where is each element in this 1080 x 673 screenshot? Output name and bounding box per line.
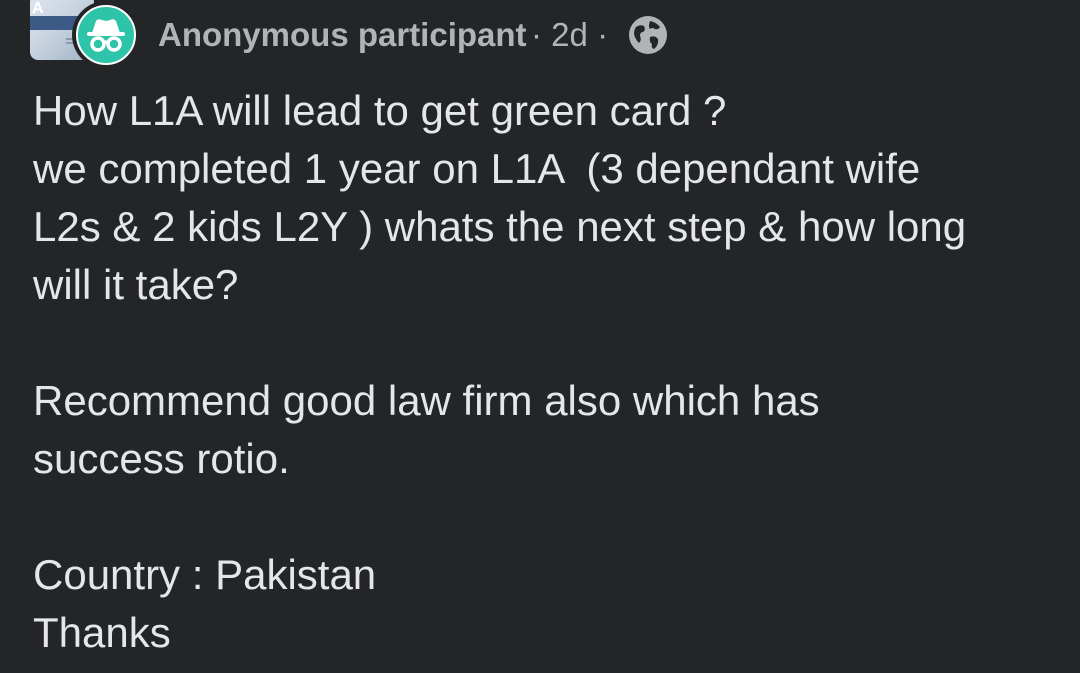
avatar[interactable]	[72, 1, 140, 69]
post-body: How L1A will lead to get green card ? we…	[33, 82, 1053, 662]
post-line: Country : Pakistan	[33, 551, 377, 598]
post-card: A Anonymous participant · 2d · How L1A w…	[0, 0, 1080, 673]
post-line: will it take?	[33, 261, 239, 308]
post-line: we completed 1 year on L1A (3 dependant …	[33, 145, 921, 192]
globe-icon[interactable]	[628, 15, 668, 55]
meta-separator-2: ·	[597, 16, 609, 53]
post-line-blank	[33, 488, 1053, 546]
incognito-icon	[76, 5, 136, 65]
post-line: How L1A will lead to get green card ?	[33, 87, 727, 134]
post-line: Recommend good law firm also which has	[33, 377, 820, 424]
post-line: Thanks	[33, 609, 171, 656]
post-meta: · 2d ·	[531, 14, 608, 56]
thumbnail-text: A	[32, 0, 44, 17]
post-time[interactable]: 2d	[551, 16, 588, 53]
meta-separator: ·	[531, 16, 542, 53]
author-name[interactable]: Anonymous participant	[158, 14, 527, 56]
post-line: success rotio.	[33, 435, 290, 482]
post-line-blank	[33, 314, 1053, 372]
post-line: L2s & 2 kids L2Y ) whats the next step &…	[33, 203, 967, 250]
